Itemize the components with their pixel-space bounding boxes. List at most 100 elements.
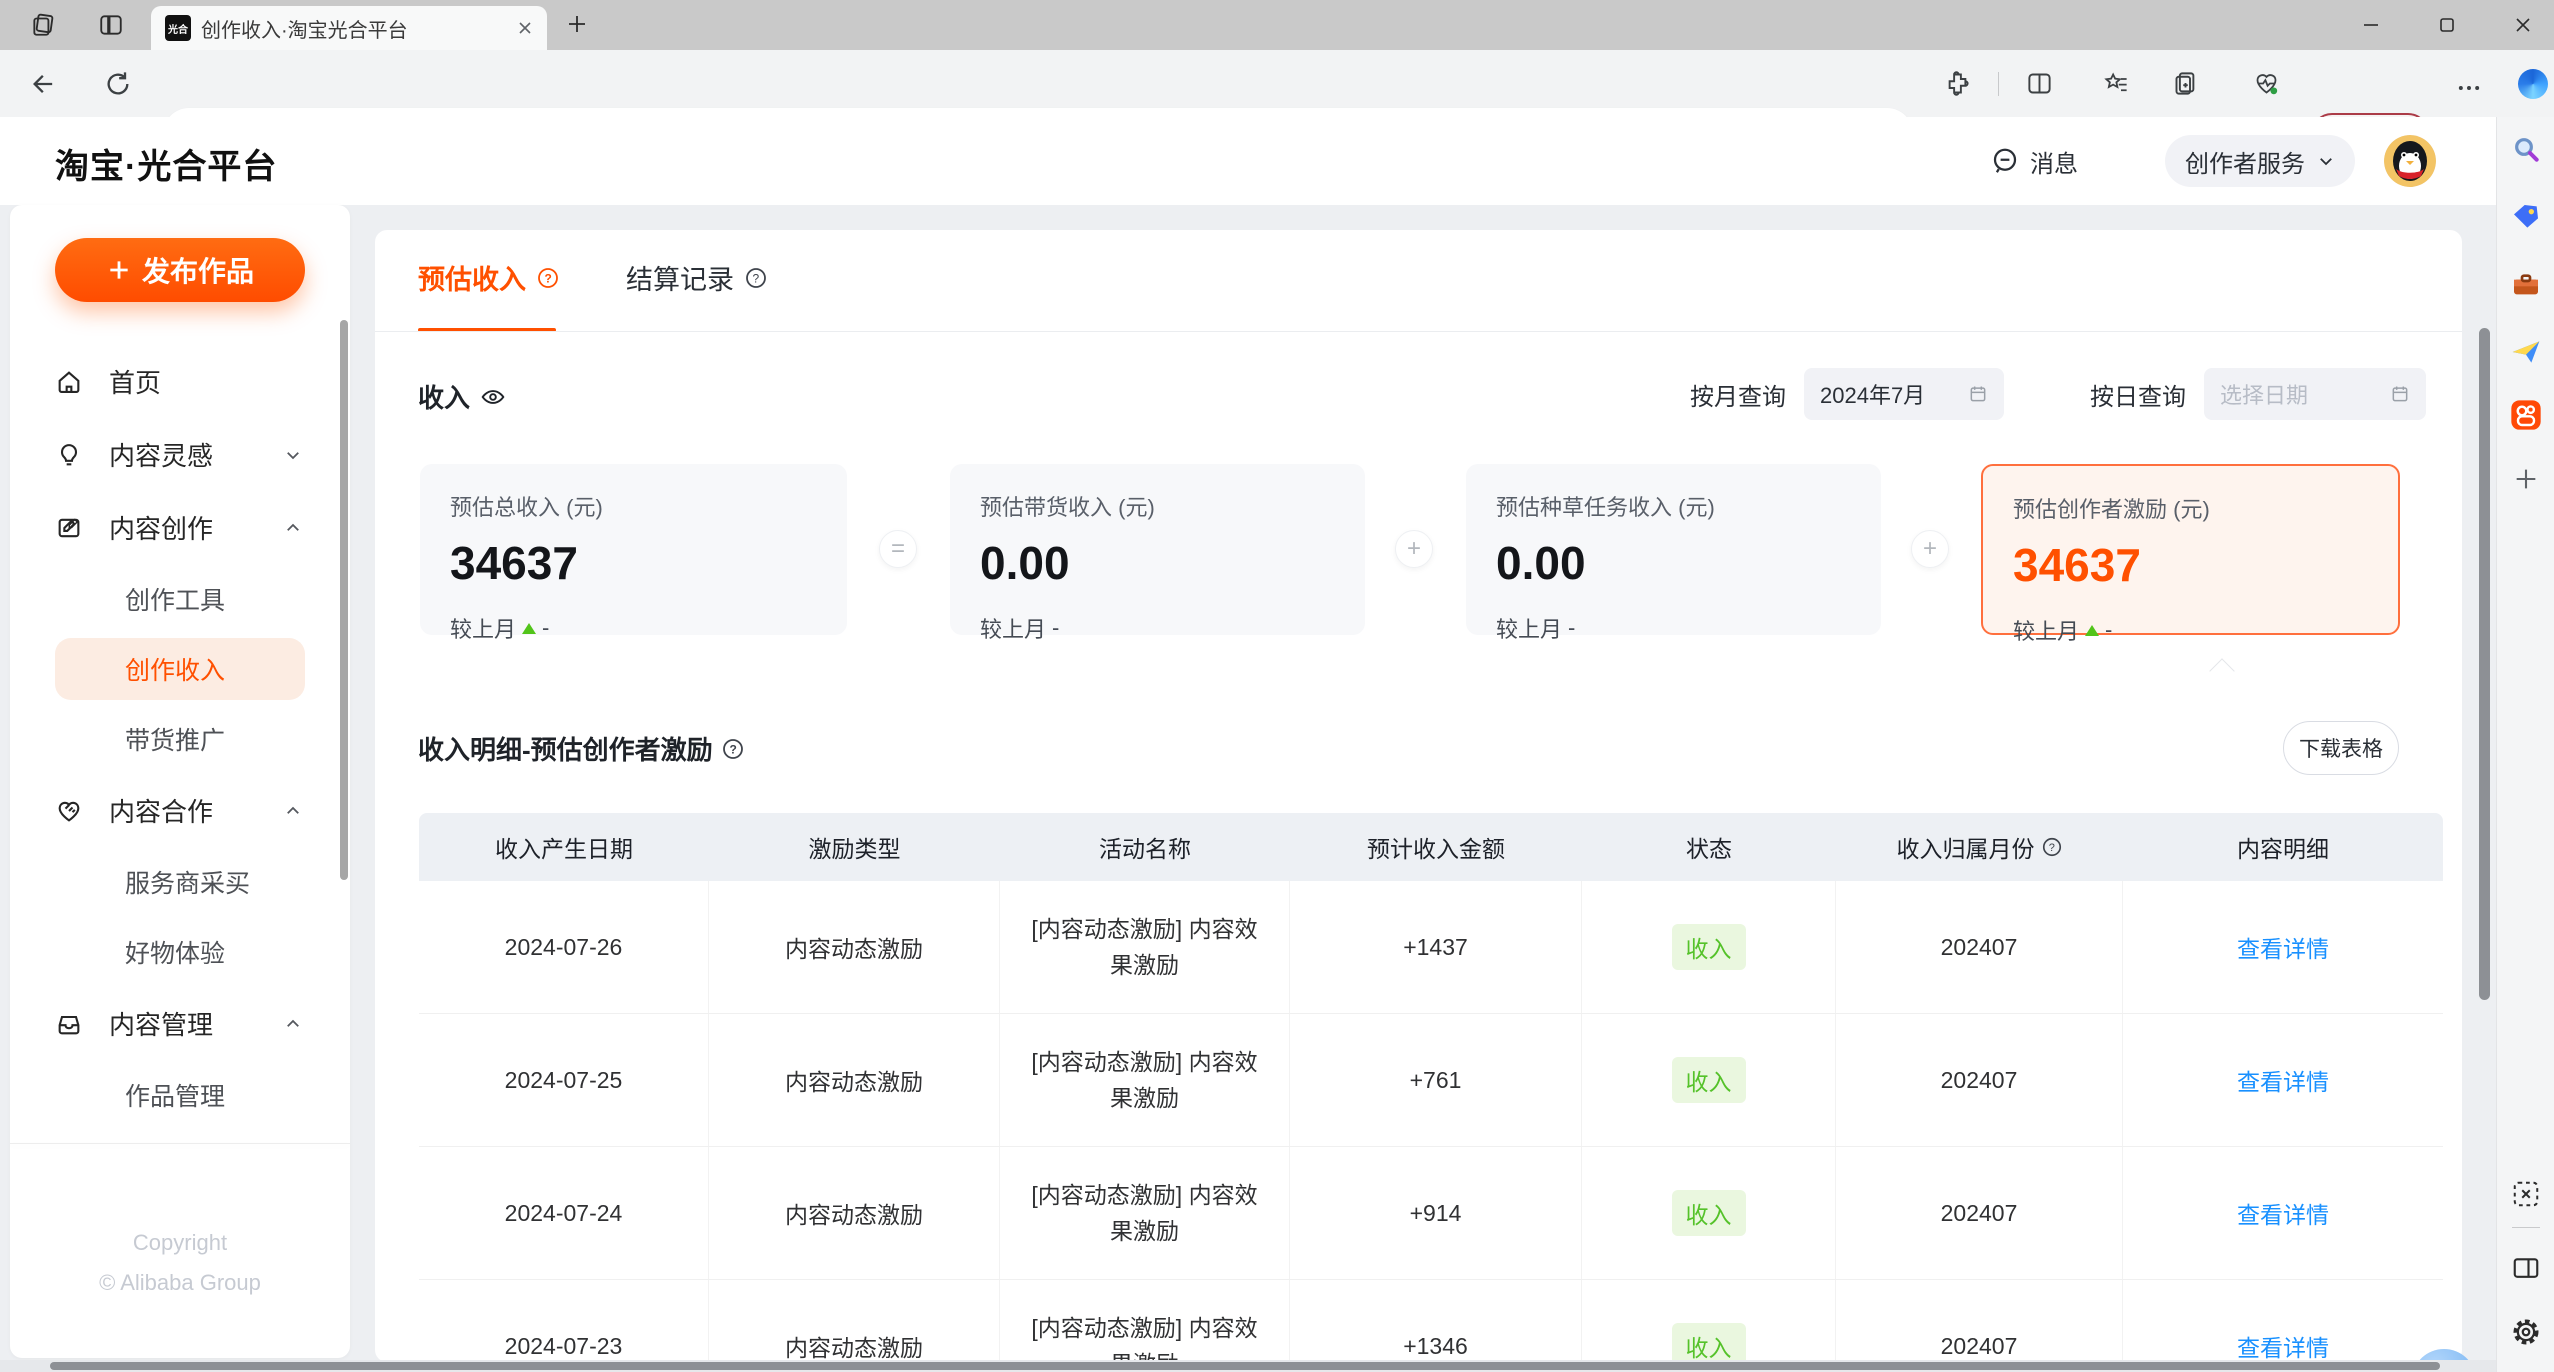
cell-detail: 查看详情 — [2123, 1280, 2443, 1362]
sidebar-tools-icon[interactable] — [2510, 269, 2542, 301]
content-card: 预估收入 ? 结算记录 ? 收入 按月查询 2024年7月 按日查询 选择日期 … — [375, 230, 2462, 1362]
sidebar-item-promotion[interactable]: 带货推广 — [10, 704, 350, 774]
user-avatar[interactable] — [2384, 135, 2436, 187]
cell-activity: [内容动态激励] 内容效果激励 — [1000, 1280, 1290, 1362]
tab-estimated-income[interactable]: 预估收入 ? — [418, 258, 560, 297]
favorites-bar-icon[interactable] — [2103, 70, 2130, 97]
status-badge: 收入 — [1671, 924, 1746, 970]
cell-detail: 查看详情 — [2123, 1147, 2443, 1279]
sidebar-item-label: 带货推广 — [125, 727, 226, 755]
sidebar-shopping-icon[interactable] — [2510, 201, 2542, 233]
browser-essentials-icon[interactable] — [2253, 70, 2280, 97]
svg-text:?: ? — [729, 742, 736, 756]
eye-icon[interactable] — [480, 384, 506, 410]
sidebar-item-management[interactable]: 内容管理 — [10, 987, 350, 1060]
sidebar-item-creation-income[interactable]: 创作收入 — [10, 634, 350, 704]
card-total-income[interactable]: 预估总收入 (元) 34637 较上月 - — [420, 464, 847, 642]
publish-button[interactable]: 发布作品 — [55, 238, 305, 302]
creator-service-dropdown[interactable]: 创作者服务 — [2165, 135, 2355, 187]
cell-month: 202407 — [1836, 881, 2123, 1013]
card-goods-income[interactable]: 预估带货收入 (元) 0.00 较上月 - — [950, 464, 1365, 642]
view-details-link[interactable]: 查看详情 — [2237, 1196, 2329, 1230]
sidebar-scrollbar[interactable] — [340, 320, 348, 880]
sidebar-item-works-management[interactable]: 作品管理 — [10, 1060, 350, 1130]
collections-icon[interactable] — [2172, 70, 2199, 97]
col-month: 收入归属月份 ? — [1836, 813, 2123, 881]
sidebar-item-label: 内容创作 — [109, 514, 214, 544]
cell-month: 202407 — [1836, 1280, 2123, 1362]
screen: 光合 创作收入·淘宝光合平台 淘宝·光合平台 消息 创作者服务 发布作品 首页 … — [0, 0, 2554, 1372]
strip-divider — [2511, 1227, 2540, 1228]
cell-amount: +1346 — [1290, 1280, 1582, 1362]
tab-close-icon[interactable] — [517, 20, 533, 36]
sidebar-item-creation-tools[interactable]: 创作工具 — [10, 564, 350, 634]
page-vertical-scrollbar[interactable] — [2479, 328, 2490, 1000]
browser-tab[interactable]: 光合 创作收入·淘宝光合平台 — [151, 6, 547, 50]
sidebar-item-goods-experience[interactable]: 好物体验 — [10, 917, 350, 987]
sidebar-item-home[interactable]: 首页 — [10, 345, 350, 418]
tab-settlement-records[interactable]: 结算记录 ? — [626, 258, 768, 297]
day-picker[interactable]: 选择日期 — [2204, 368, 2426, 420]
help-icon[interactable]: ? — [721, 737, 745, 761]
col-status: 状态 — [1686, 836, 1732, 862]
extensions-icon[interactable] — [1944, 70, 1971, 97]
sidebar-send-icon[interactable] — [2510, 336, 2542, 368]
help-icon[interactable]: ? — [744, 266, 768, 290]
back-icon[interactable] — [30, 70, 58, 98]
help-icon[interactable]: ? — [2041, 836, 2063, 858]
card-value: 0.00 — [980, 537, 1070, 589]
svg-text:?: ? — [753, 271, 760, 285]
screenshot-icon[interactable] — [2511, 1179, 2541, 1209]
copyright: Copyright © Alibaba Group — [99, 1230, 261, 1295]
sidebar-item-service-purchase[interactable]: 服务商采买 — [10, 847, 350, 917]
settings-more-icon[interactable] — [2455, 74, 2483, 102]
table-row: 2024-07-25 内容动态激励 [内容动态激励] 内容效果激励 +761 收… — [419, 1014, 2443, 1147]
cell-type: 内容动态激励 — [709, 1280, 1000, 1362]
sidebar-kuaishou-icon[interactable] — [2510, 399, 2542, 431]
month-query: 按月查询 2024年7月 — [1690, 368, 2004, 420]
month-value: 2024年7月 — [1820, 383, 1926, 408]
split-screen-icon[interactable] — [2026, 70, 2053, 97]
refresh-icon[interactable] — [104, 70, 132, 98]
cell-date: 2024-07-23 — [419, 1280, 709, 1362]
site-header: 淘宝·光合平台 消息 创作者服务 — [0, 117, 2496, 205]
tab-label: 预估收入 — [418, 265, 526, 295]
cell-status: 收入 — [1582, 1147, 1836, 1279]
sidebar-item-label: 作品管理 — [125, 1083, 226, 1111]
sidebar-toggle-icon[interactable] — [2511, 1253, 2541, 1283]
vertical-tabs-icon[interactable] — [98, 12, 124, 38]
window-minimize-button[interactable] — [2356, 10, 2386, 40]
chevron-up-icon — [284, 1015, 302, 1033]
status-badge: 收入 — [1671, 1190, 1746, 1236]
card-seeding-income[interactable]: 预估种草任务收入 (元) 0.00 较上月 - — [1466, 464, 1881, 642]
handshake-icon — [55, 797, 83, 825]
col-detail: 内容明细 — [2237, 836, 2329, 862]
sidebar-item-inspiration[interactable]: 内容灵感 — [10, 418, 350, 491]
download-table-button[interactable]: 下载表格 — [2283, 721, 2399, 775]
window-maximize-button[interactable] — [2432, 10, 2462, 40]
bulb-icon — [55, 441, 83, 469]
help-icon[interactable]: ? — [536, 266, 560, 290]
month-picker[interactable]: 2024年7月 — [1804, 368, 2004, 420]
window-close-button[interactable] — [2508, 10, 2538, 40]
sidebar-item-creation[interactable]: 内容创作 — [10, 491, 350, 564]
cell-detail: 查看详情 — [2123, 1014, 2443, 1146]
view-details-link[interactable]: 查看详情 — [2237, 1063, 2329, 1097]
sidebar-item-cooperation[interactable]: 内容合作 — [10, 774, 350, 847]
tray-icon — [55, 1010, 83, 1038]
sidebar-add-icon[interactable] — [2512, 465, 2540, 493]
status-badge: 收入 — [1671, 1057, 1746, 1103]
card-compare: 较上月 - — [980, 615, 1060, 642]
copilot-icon[interactable] — [2518, 69, 2548, 99]
workspaces-icon[interactable] — [30, 12, 56, 38]
card-creator-incentive[interactable]: 预估创作者激励 (元) 34637 较上月 - — [1981, 464, 2400, 644]
col-amount: 预计收入金额 — [1367, 836, 1505, 862]
card-compare: 较上月 - — [1496, 615, 1576, 642]
page-horizontal-scrollbar[interactable] — [50, 1362, 2440, 1370]
settings-gear-icon[interactable] — [2511, 1317, 2541, 1347]
messages-button[interactable]: 消息 — [1990, 139, 2078, 183]
view-details-link[interactable]: 查看详情 — [2237, 1329, 2329, 1362]
new-tab-icon[interactable] — [565, 12, 589, 36]
sidebar-search-icon[interactable] — [2510, 133, 2542, 165]
view-details-link[interactable]: 查看详情 — [2237, 930, 2329, 964]
